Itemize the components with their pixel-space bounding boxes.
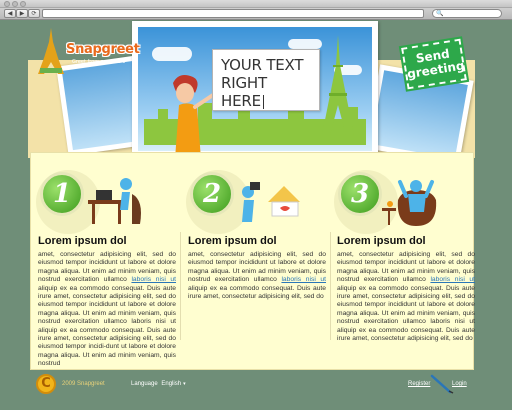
browser-toolbar: ◀ ▶ ⟳ 🔍 (0, 8, 512, 20)
language-label: Language (131, 381, 158, 387)
register-link[interactable]: Register (408, 381, 430, 387)
browser-window: ◀ ▶ ⟳ 🔍 YOUR TEXT RIGHT HERE Snapgreet G… (0, 0, 512, 410)
forward-button[interactable]: ▶ (16, 9, 28, 18)
greeting-text-card[interactable]: YOUR TEXT RIGHT HERE (212, 49, 320, 111)
back-icon: ◀ (7, 10, 13, 17)
copyright-icon: C (36, 374, 56, 394)
minimize-window-button[interactable] (12, 1, 18, 7)
step-text-2: amet, consectetur adipisicing elit, sed … (188, 251, 327, 301)
step-text-1: amet, consectetur adipisicing elit, sed … (38, 251, 177, 368)
brand-tagline: Greet from anywhere (72, 59, 126, 65)
copyright-text: 2009 Snapgreet (62, 381, 105, 387)
chevron-down-icon: ▾ (183, 381, 186, 387)
step-number-1: 1 (40, 172, 84, 216)
step-column-1: Lorem ipsum dol amet, consectetur adipis… (38, 235, 176, 369)
person-in-armchair-icon (382, 180, 437, 226)
zoom-window-button[interactable] (20, 1, 26, 7)
step-link-1[interactable]: laboris nisi ut (131, 276, 176, 283)
logo[interactable]: Snapgreet Greet from anywhere (28, 26, 140, 76)
step-number-3: 3 (338, 172, 382, 216)
language-selector: Language English ▾ (131, 381, 186, 387)
login-link[interactable]: Login (452, 381, 467, 387)
reload-button[interactable]: ⟳ (28, 9, 40, 18)
speech-line-1: YOUR TEXT (221, 56, 304, 74)
step-column-2: Lorem ipsum dol amet, consectetur adipis… (188, 235, 326, 301)
reload-icon: ⟳ (31, 10, 37, 17)
close-window-button[interactable] (4, 1, 10, 7)
language-dropdown[interactable]: English ▾ (161, 381, 185, 387)
search-icon: 🔍 (436, 10, 444, 17)
step-link-2[interactable]: laboris nisi ut (281, 276, 326, 283)
title-bar (0, 0, 512, 8)
person-at-desk-icon (88, 178, 141, 224)
step-number-2: 2 (190, 172, 234, 216)
column-divider (330, 232, 331, 340)
address-bar[interactable] (42, 9, 424, 18)
forward-icon: ▶ (19, 10, 25, 17)
step-column-3: Lorem ipsum dol amet, consectetur adipis… (337, 235, 475, 343)
step-title-1: Lorem ipsum dol (38, 235, 127, 247)
language-value: English (161, 381, 182, 387)
brand-name: Snapgreet (66, 42, 140, 57)
step-title-2: Lorem ipsum dol (188, 235, 277, 247)
back-button[interactable]: ◀ (4, 9, 16, 18)
pen-icon (430, 374, 454, 394)
step-text-3: amet, consectetur adipisicing elit, sed … (337, 251, 476, 343)
person-with-envelope-icon (242, 182, 300, 222)
eiffel-tower-logo-icon (38, 28, 64, 74)
speech-line-2: RIGHT HERE (221, 74, 311, 110)
column-divider (180, 232, 181, 340)
search-field[interactable]: 🔍 (432, 9, 502, 18)
step-title-3: Lorem ipsum dol (337, 235, 426, 247)
girl-illustration (173, 75, 215, 159)
step-link-3[interactable]: laboris nisi ut (430, 276, 475, 283)
eiffel-tower-illustration (322, 35, 354, 135)
